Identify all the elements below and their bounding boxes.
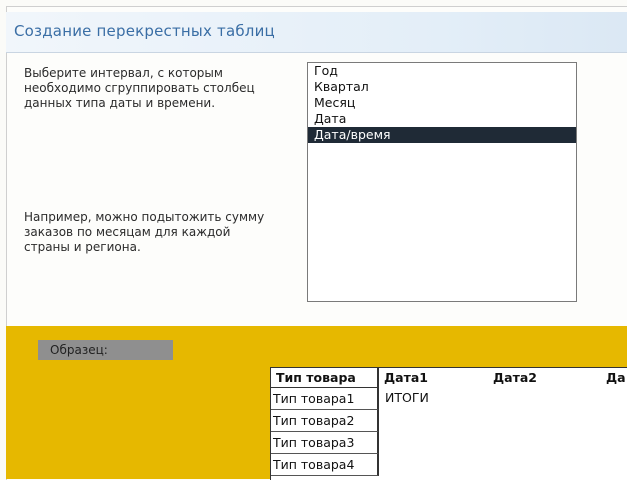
interval-option-month[interactable]: Месяц: [308, 95, 576, 111]
sample-label: Образец:: [38, 340, 173, 360]
sample-row-label: Тип товара4: [271, 454, 379, 476]
header-date3: Да: [606, 370, 626, 385]
sample-header-row: Тип товара Дата1 Дата2 Да: [271, 368, 627, 388]
totals-label: ИТОГИ: [385, 390, 429, 405]
interval-listbox[interactable]: Год Квартал Месяц Дата Дата/время: [307, 62, 577, 302]
interval-option-quarter[interactable]: Квартал: [308, 79, 576, 95]
sample-row-label: Тип товара1: [271, 388, 379, 410]
sample-row-label: Тип товара3: [271, 432, 379, 454]
sample-table: Тип товара Дата1 Дата2 Да Тип товара1 Ти…: [270, 367, 627, 480]
sample-row-label: Тип товара2: [271, 410, 379, 432]
interval-option-datetime[interactable]: Дата/время: [308, 127, 576, 143]
header-date1: Дата1: [384, 370, 428, 385]
wizard-title: Создание перекрестных таблиц: [14, 22, 275, 40]
header-product-type: Тип товара: [271, 368, 379, 388]
interval-option-year[interactable]: Год: [308, 63, 576, 79]
interval-option-date[interactable]: Дата: [308, 111, 576, 127]
example-text: Например, можно подытожить сумму заказов…: [24, 210, 265, 254]
instruction-text: Выберите интервал, с которым необходимо …: [24, 66, 255, 110]
header-date2: Дата2: [493, 370, 537, 385]
